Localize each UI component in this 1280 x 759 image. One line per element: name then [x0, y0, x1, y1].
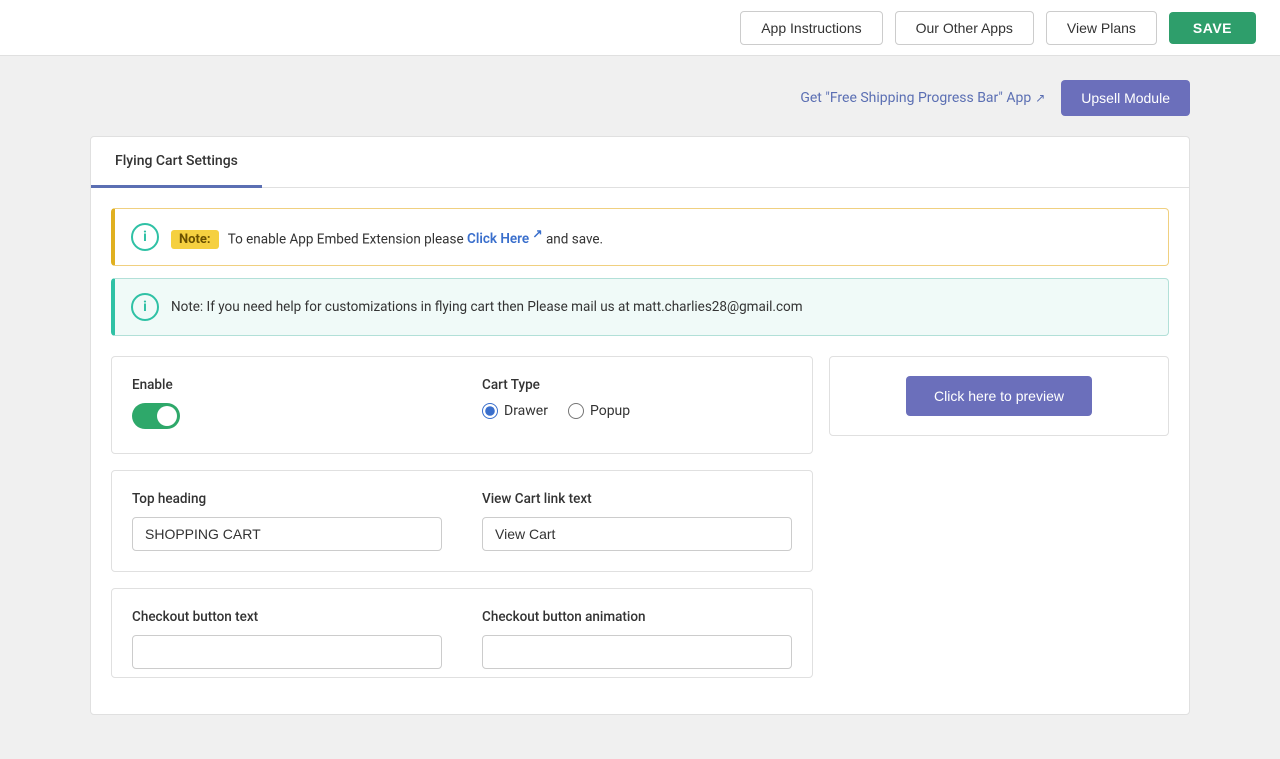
checkout-animation-label: Checkout button animation	[482, 609, 792, 625]
checkout-animation-input[interactable]	[482, 635, 792, 669]
note-badge: Note:	[171, 230, 219, 249]
view-cart-label: View Cart link text	[482, 491, 792, 507]
view-plans-button[interactable]: View Plans	[1046, 11, 1157, 45]
enable-cart-row: Enable Cart Type	[132, 377, 792, 433]
cart-type-radio-group: Drawer Popup	[482, 403, 792, 419]
enable-field-group: Enable	[132, 377, 442, 433]
upsell-module-button[interactable]: Upsell Module	[1061, 80, 1190, 116]
tab-flying-cart-settings[interactable]: Flying Cart Settings	[91, 137, 262, 188]
popup-radio[interactable]	[568, 403, 584, 419]
settings-grid: Enable Cart Type	[91, 336, 1189, 714]
top-bar: Get "Free Shipping Progress Bar" App ↗ U…	[90, 80, 1190, 116]
click-here-ext-icon: ↗	[533, 227, 543, 241]
free-shipping-link[interactable]: Get "Free Shipping Progress Bar" App ↗	[800, 90, 1045, 106]
embed-notice: i Note: To enable App Embed Extension pl…	[111, 208, 1169, 266]
popup-radio-option[interactable]: Popup	[568, 403, 630, 419]
click-here-link[interactable]: Click Here ↗	[467, 231, 546, 247]
drawer-label: Drawer	[504, 403, 548, 419]
tab-container: Flying Cart Settings i Note: To enable A…	[90, 136, 1190, 715]
heading-viewcart-row: Top heading View Cart link text	[132, 491, 792, 551]
cart-type-field-group: Cart Type Drawer Popup	[482, 377, 792, 419]
checkout-text-input[interactable]	[132, 635, 442, 669]
external-link-icon: ↗	[1035, 91, 1045, 105]
preview-card: Click here to preview	[829, 356, 1169, 436]
settings-right: Click here to preview	[829, 356, 1169, 694]
checkout-text-label: Checkout button text	[132, 609, 442, 625]
drawer-radio-option[interactable]: Drawer	[482, 403, 548, 419]
toggle-slider	[132, 403, 180, 429]
help-notice: i Note: If you need help for customizati…	[111, 278, 1169, 336]
our-other-apps-button[interactable]: Our Other Apps	[895, 11, 1034, 45]
cart-type-label: Cart Type	[482, 377, 792, 393]
main-content: i Note: To enable App Embed Extension pl…	[91, 208, 1189, 714]
enable-cart-type-card: Enable Cart Type	[111, 356, 813, 454]
top-heading-input[interactable]	[132, 517, 442, 551]
checkout-animation-group: Checkout button animation	[482, 609, 792, 669]
heading-viewcart-card: Top heading View Cart link text	[111, 470, 813, 572]
top-heading-group: Top heading	[132, 491, 442, 551]
save-button[interactable]: SAVE	[1169, 12, 1256, 44]
checkout-row: Checkout button text Checkout button ani…	[132, 609, 792, 669]
checkout-text-group: Checkout button text	[132, 609, 442, 669]
drawer-radio[interactable]	[482, 403, 498, 419]
enable-toggle[interactable]	[132, 403, 180, 429]
view-cart-input[interactable]	[482, 517, 792, 551]
settings-left: Enable Cart Type	[111, 356, 813, 694]
view-cart-group: View Cart link text	[482, 491, 792, 551]
info-icon-help: i	[131, 293, 159, 321]
help-notice-text: Note: If you need help for customization…	[171, 299, 803, 315]
embed-notice-text: Note: To enable App Embed Extension plea…	[171, 227, 603, 248]
app-instructions-button[interactable]: App Instructions	[740, 11, 882, 45]
popup-label: Popup	[590, 403, 630, 419]
info-icon-embed: i	[131, 223, 159, 251]
top-heading-label: Top heading	[132, 491, 442, 507]
enable-label: Enable	[132, 377, 442, 393]
preview-button[interactable]: Click here to preview	[906, 376, 1092, 416]
checkout-card: Checkout button text Checkout button ani…	[111, 588, 813, 678]
app-header: App Instructions Our Other Apps View Pla…	[0, 0, 1280, 56]
tab-bar: Flying Cart Settings	[91, 137, 1189, 188]
page-content: Get "Free Shipping Progress Bar" App ↗ U…	[70, 56, 1210, 759]
